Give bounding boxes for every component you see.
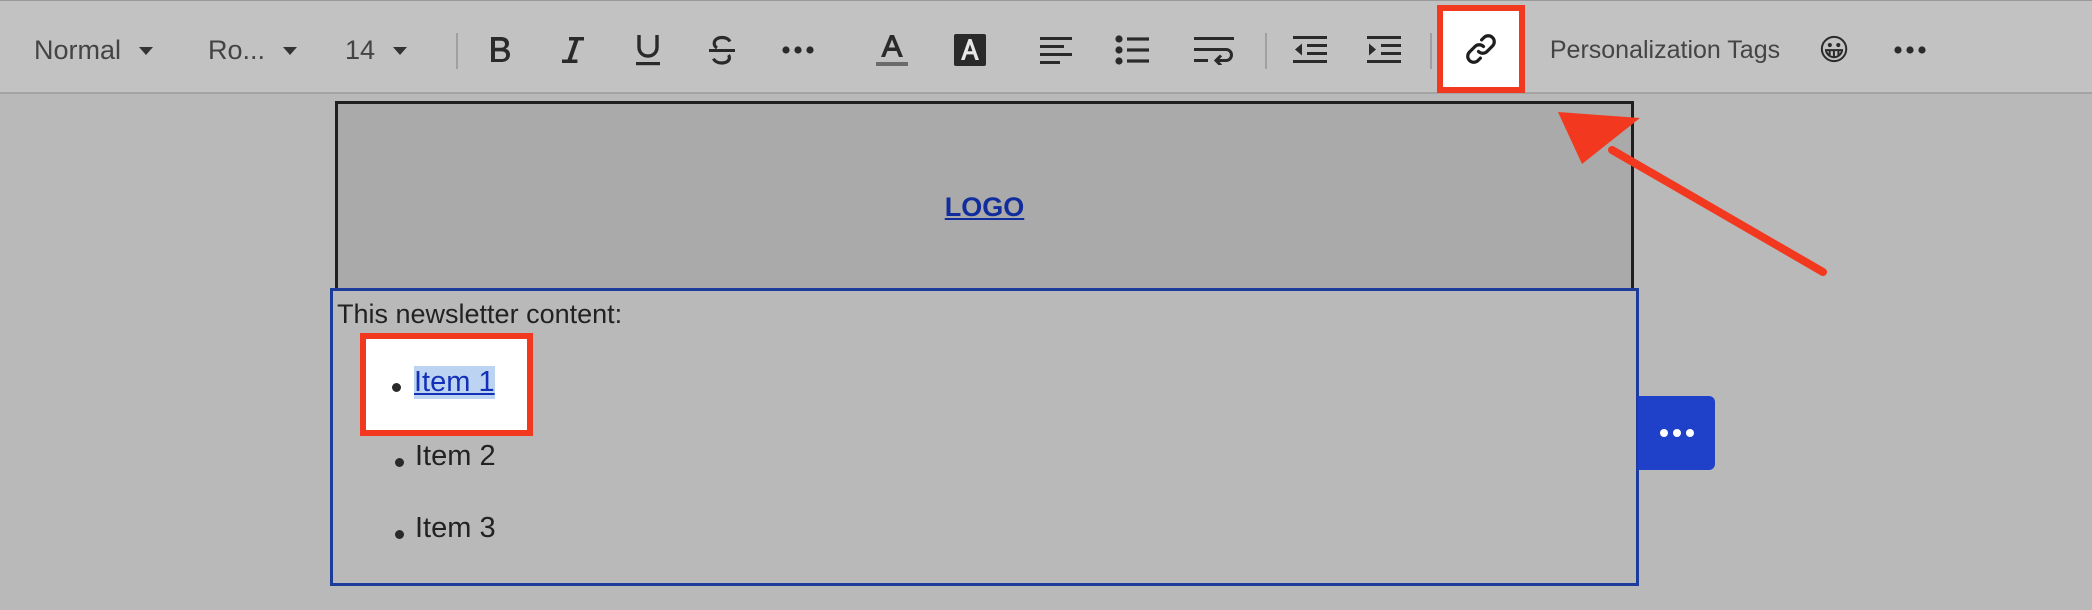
list-item[interactable]: Item 2	[415, 440, 496, 473]
paragraph-style-value: Normal	[34, 34, 122, 65]
list-item[interactable]: Item 3	[415, 512, 496, 545]
toolbar-overflow-button[interactable]	[1888, 27, 1932, 73]
more-horizontal-icon	[782, 46, 814, 54]
intro-text: This newsletter content:	[337, 299, 623, 329]
link-icon	[1466, 34, 1496, 64]
emoji-button[interactable]: 😀	[1812, 27, 1856, 73]
chevron-down-icon	[283, 47, 298, 55]
dot	[1685, 429, 1694, 437]
paragraph-style-dropdown[interactable]: Normal	[34, 27, 184, 73]
dot	[1659, 429, 1668, 437]
italic-button[interactable]	[551, 27, 595, 73]
toolbar-divider	[456, 33, 458, 69]
font-family-dropdown[interactable]: Ro...	[208, 27, 318, 73]
logo-link[interactable]: LOGO	[338, 192, 1631, 223]
align-left-icon	[1040, 37, 1072, 64]
formatting-toolbar: Normal Ro... 14 Personalization Tags 😀	[0, 0, 2092, 94]
list-bullet	[395, 530, 404, 539]
outdent-icon	[1293, 36, 1327, 63]
editor-screen: Normal Ro... 14 Personalization Tags 😀 L…	[0, 0, 2092, 610]
toolbar-divider	[1430, 33, 1432, 69]
list-bullet	[395, 458, 404, 467]
underline-icon	[636, 35, 660, 66]
chevron-down-icon	[139, 47, 154, 55]
strikethrough-icon	[709, 35, 735, 65]
block-actions-button[interactable]	[1638, 396, 1715, 470]
text-align-button[interactable]	[1034, 27, 1078, 73]
bulleted-list-button[interactable]	[1110, 27, 1154, 73]
list-bullet	[392, 383, 401, 392]
toolbar-divider	[1265, 33, 1267, 69]
highlight-color-icon	[954, 34, 986, 66]
emoji-icon: 😀	[1818, 33, 1850, 67]
bulleted-list-icon	[1115, 35, 1149, 65]
font-family-value: Ro...	[208, 34, 266, 65]
font-size-value: 14	[345, 34, 376, 65]
chevron-down-icon	[393, 47, 408, 55]
text-wrap-icon	[1194, 37, 1234, 65]
bold-icon	[491, 37, 510, 62]
text-color-icon	[876, 35, 908, 66]
bold-button[interactable]	[478, 27, 522, 73]
indent-button[interactable]	[1362, 27, 1406, 73]
logo-header-block[interactable]: LOGO	[335, 101, 1634, 291]
text-color-button[interactable]	[870, 25, 914, 75]
personalization-tags-button[interactable]: Personalization Tags	[1549, 27, 1781, 73]
strikethrough-button[interactable]	[700, 27, 744, 73]
text-wrap-button[interactable]	[1190, 27, 1240, 73]
highlight-color-button[interactable]	[948, 27, 992, 73]
indent-icon	[1367, 36, 1401, 63]
personalization-tags-label: Personalization Tags	[1549, 35, 1781, 64]
outdent-button[interactable]	[1288, 27, 1332, 73]
italic-icon	[562, 37, 584, 63]
more-horizontal-icon	[1894, 46, 1926, 54]
underline-button[interactable]	[626, 25, 670, 75]
dot	[1672, 429, 1681, 437]
item-1-link[interactable]: Item 1	[414, 366, 495, 399]
more-formatting-button[interactable]	[776, 27, 820, 73]
font-size-dropdown[interactable]: 14	[345, 27, 435, 73]
insert-link-button[interactable]	[1443, 11, 1519, 87]
